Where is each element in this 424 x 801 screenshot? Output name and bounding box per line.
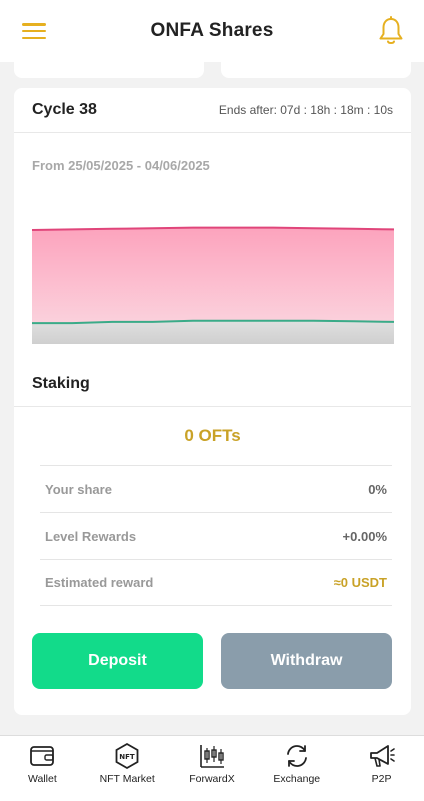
app-header: ONFA Shares xyxy=(0,0,424,62)
stat-value: ≈0 USDT xyxy=(333,575,387,590)
stat-row-your-share: Your share 0% xyxy=(40,465,392,512)
nav-label: P2P xyxy=(371,773,392,785)
exchange-icon xyxy=(286,745,307,767)
staked-amount: 0 OFTs xyxy=(184,426,241,445)
deposit-button[interactable]: Deposit xyxy=(32,633,203,689)
nav-item-forwardx[interactable]: ForwardX xyxy=(170,736,254,785)
stat-value: 0% xyxy=(368,481,387,497)
top-card-right xyxy=(221,62,411,78)
nft-icon: NFT xyxy=(115,742,139,770)
nav-item-p2p[interactable]: P2P xyxy=(340,736,424,785)
page-title: ONFA Shares xyxy=(150,20,274,41)
withdraw-button[interactable]: Withdraw xyxy=(221,633,392,689)
stat-label: Level Rewards xyxy=(45,528,137,544)
hamburger-menu-icon[interactable] xyxy=(22,21,46,41)
chart-svg xyxy=(31,226,395,344)
cycle-header: Cycle 38 Ends after: 07d : 18h : 18m : 1… xyxy=(14,88,411,133)
cycle-chart xyxy=(31,206,395,344)
nav-item-wallet[interactable]: Wallet xyxy=(0,736,84,785)
nav-label: NFT Market xyxy=(99,773,155,785)
nav-label: Wallet xyxy=(27,773,57,785)
cycle-card: Cycle 38 Ends after: 07d : 18h : 18m : 1… xyxy=(14,88,411,715)
series-area-lower xyxy=(32,320,394,344)
megaphone-icon xyxy=(369,745,395,767)
wallet-icon xyxy=(30,746,55,766)
date-range: From 25/05/2025 - 04/06/2025 xyxy=(32,158,210,173)
bottom-nav: Wallet NFT NFT Market ForwardX Exchange xyxy=(0,735,424,801)
svg-text:NFT: NFT xyxy=(119,753,135,761)
nav-item-nft-market[interactable]: NFT NFT Market xyxy=(85,736,169,785)
top-card-left xyxy=(14,62,204,78)
stat-label: Estimated reward xyxy=(45,575,154,590)
bell-icon[interactable] xyxy=(378,16,404,46)
candlestick-icon xyxy=(200,745,224,768)
stat-label: Your share xyxy=(45,481,112,497)
cycle-title: Cycle 38 xyxy=(32,101,97,118)
cycle-countdown: Ends after: 07d : 18h : 18m : 10s xyxy=(218,103,393,117)
top-cards-strip xyxy=(0,62,424,78)
nav-item-exchange[interactable]: Exchange xyxy=(255,736,339,785)
nav-label: ForwardX xyxy=(189,773,235,785)
stat-row-level-rewards: Level Rewards +0.00% xyxy=(40,512,392,559)
stat-row-estimated-reward: Estimated reward ≈0 USDT xyxy=(40,559,392,606)
nav-label: Exchange xyxy=(273,773,321,785)
staking-stats: Your share 0% Level Rewards +0.00% Estim… xyxy=(40,465,392,606)
stat-value: +0.00% xyxy=(342,528,387,544)
staking-label: Staking xyxy=(32,375,90,392)
divider xyxy=(14,406,411,407)
